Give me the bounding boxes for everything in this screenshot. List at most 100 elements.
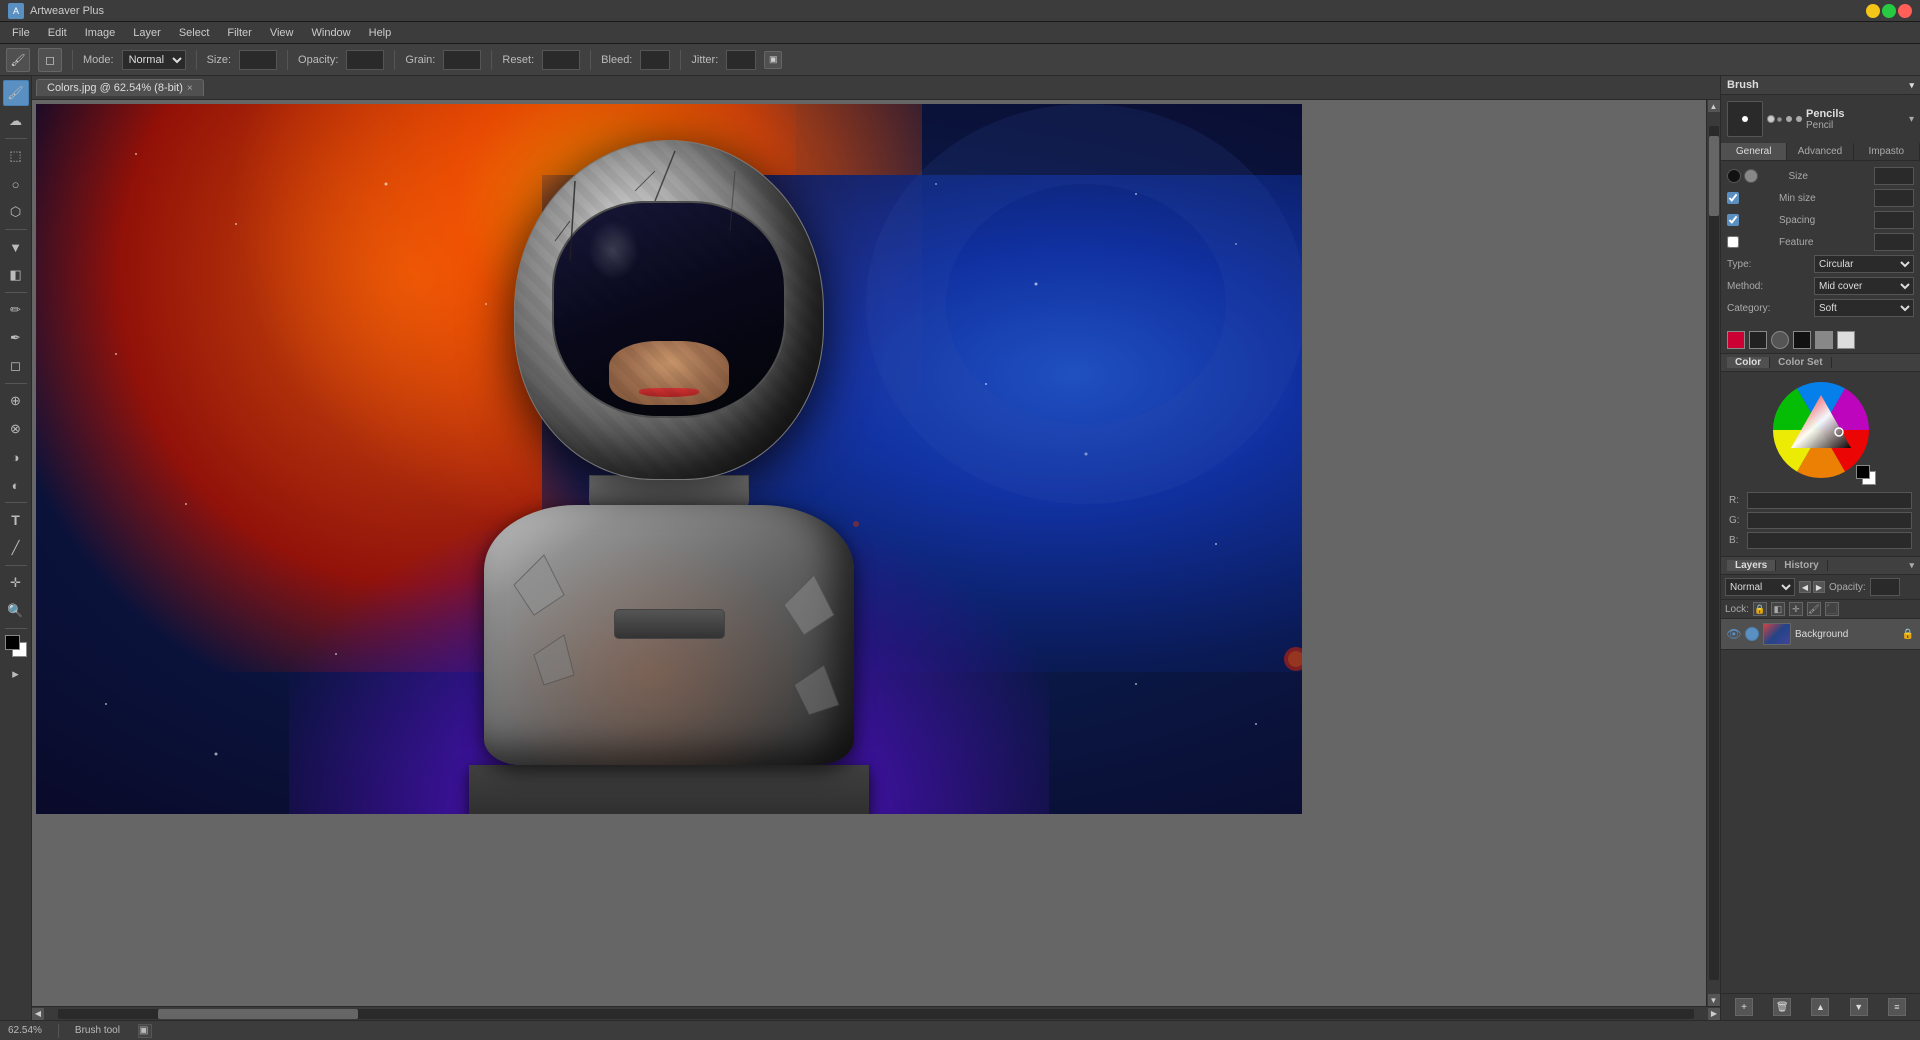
layer-lock-icon[interactable]: 🔒 <box>1902 629 1914 640</box>
brush-variant-1[interactable] <box>1767 115 1775 123</box>
lasso-tool[interactable]: ○ <box>3 171 29 197</box>
close-button[interactable] <box>1898 4 1912 18</box>
dodge-tool[interactable]: ◑ <box>3 444 29 470</box>
mode-select[interactable]: Normal Multiply Screen <box>122 50 186 70</box>
hscroll-track[interactable] <box>58 1009 1694 1019</box>
color-panel-header[interactable]: Color Color Set <box>1721 354 1920 372</box>
layers-panel-header[interactable]: Layers History ▾ <box>1721 557 1920 575</box>
color-tab-color[interactable]: Color <box>1727 357 1770 368</box>
grain-input[interactable]: 100 <box>443 50 481 70</box>
text-tool[interactable]: T <box>3 507 29 533</box>
brush-color-white[interactable] <box>1837 331 1855 349</box>
hscroll-right-btn[interactable]: ▶ <box>1708 1008 1720 1020</box>
maximize-button[interactable] <box>1882 4 1896 18</box>
eraser-pal-tool[interactable]: ◻ <box>3 353 29 379</box>
pen-tool[interactable]: ✒ <box>3 325 29 351</box>
menu-window[interactable]: Window <box>304 25 359 41</box>
add-layer-btn[interactable]: + <box>1735 998 1753 1016</box>
layers-mode-select[interactable]: Normal Multiply Screen <box>1725 578 1795 596</box>
brush-preview-swatch[interactable] <box>1727 101 1763 137</box>
size-input[interactable]: 2 <box>239 50 277 70</box>
minimize-button[interactable] <box>1866 4 1880 18</box>
brush-color-black[interactable] <box>1793 331 1811 349</box>
color-tab-set[interactable]: Color Set <box>1770 357 1831 368</box>
menu-image[interactable]: Image <box>77 25 124 41</box>
move-up-layer-btn[interactable]: ▲ <box>1811 998 1829 1016</box>
feature-checkbox[interactable] <box>1727 236 1739 248</box>
pencil-tool[interactable]: ✏ <box>3 297 29 323</box>
fg-color-swatch[interactable] <box>5 635 20 650</box>
minsize-value-input[interactable]: 50 <box>1874 189 1914 207</box>
brush-nav-dot2[interactable] <box>1796 116 1802 122</box>
layers-tab-history[interactable]: History <box>1776 560 1827 571</box>
hscroll-left-btn[interactable]: ◀ <box>32 1008 44 1020</box>
layers-opacity-input[interactable]: 100 <box>1870 578 1900 596</box>
magic-wand-tool[interactable]: ⬡ <box>3 199 29 225</box>
move-lock-btn[interactable]: ✛ <box>1789 602 1803 616</box>
jitter-input[interactable]: 0 <box>726 50 756 70</box>
layers-panel-toggle[interactable]: ▾ <box>1909 560 1914 571</box>
move-down-layer-btn[interactable]: ▼ <box>1850 998 1868 1016</box>
zoom-tool[interactable]: 🔍 <box>3 598 29 624</box>
toggle-btn[interactable]: ▣ <box>764 51 782 69</box>
layer-visibility-eye[interactable]: 👁 <box>1727 627 1741 641</box>
menu-filter[interactable]: Filter <box>219 25 259 41</box>
fill-tool[interactable]: ▼ <box>3 234 29 260</box>
brush-tab-impasto[interactable]: Impasto <box>1854 143 1920 160</box>
r-input[interactable]: 0 <box>1747 492 1912 509</box>
layers-nav-left[interactable]: ◀ <box>1799 581 1811 593</box>
move-tool[interactable]: ✛ <box>3 570 29 596</box>
color-wheel-wrapper[interactable] <box>1771 380 1871 480</box>
selection-tool[interactable]: ⬚ <box>3 143 29 169</box>
layer-options-btn[interactable]: ≡ <box>1888 998 1906 1016</box>
canvas-wrapper[interactable] <box>32 100 1706 1006</box>
minsize-checkbox[interactable] <box>1727 192 1739 204</box>
black-swatch[interactable] <box>1856 465 1870 479</box>
vertical-scrollbar[interactable]: ▲ ▼ <box>1706 100 1720 1006</box>
close-tab-btn[interactable]: × <box>187 83 193 94</box>
brush-nav-dot[interactable] <box>1786 116 1792 122</box>
vscroll-up-btn[interactable]: ▲ <box>1708 100 1720 112</box>
clone-tool[interactable]: ⊕ <box>3 388 29 414</box>
brush-tab-general[interactable]: General <box>1721 143 1787 160</box>
brush-panel-toggle[interactable]: ▾ <box>1909 80 1914 91</box>
more-tools[interactable]: ▸ <box>3 661 29 687</box>
burn-tool[interactable]: ◐ <box>3 472 29 498</box>
smudge-tool[interactable]: ☁ <box>3 108 29 134</box>
brush-color-dark[interactable] <box>1749 331 1767 349</box>
delete-layer-btn[interactable]: 🗑 <box>1773 998 1791 1016</box>
menu-select[interactable]: Select <box>171 25 218 41</box>
brush-tool-btn[interactable]: 🖌 <box>6 48 30 72</box>
brush-menu-btn[interactable]: ▾ <box>1909 114 1914 125</box>
category-select[interactable]: Soft Hard Grainy <box>1814 299 1914 317</box>
vscroll-thumb[interactable] <box>1709 136 1719 216</box>
feature-value-input[interactable]: 1 <box>1874 233 1914 251</box>
horizontal-scrollbar[interactable]: ◀ ▶ <box>32 1006 1720 1020</box>
type-select[interactable]: Circular Flat <box>1814 255 1914 273</box>
brush-variant-2[interactable] <box>1777 117 1782 122</box>
opacity-input[interactable]: 100 <box>346 50 384 70</box>
bleed-input[interactable]: 0 <box>640 50 670 70</box>
brush-color-gray[interactable] <box>1815 331 1833 349</box>
transparency-lock-btn[interactable]: ◧ <box>1771 602 1785 616</box>
reset-input[interactable]: 100 <box>542 50 580 70</box>
menu-layer[interactable]: Layer <box>125 25 169 41</box>
menu-file[interactable]: File <box>4 25 38 41</box>
menu-help[interactable]: Help <box>361 25 400 41</box>
vscroll-track[interactable] <box>1709 126 1719 980</box>
all-lock-btn[interactable]: ⬛ <box>1825 602 1839 616</box>
hscroll-thumb[interactable] <box>158 1009 358 1019</box>
lock-btn[interactable]: 🔒 <box>1753 602 1767 616</box>
healing-tool[interactable]: ⊗ <box>3 416 29 442</box>
method-select[interactable]: Mid cover Cover Buildup <box>1814 277 1914 295</box>
canvas-tab[interactable]: Colors.jpg @ 62.54% (8-bit) × <box>36 79 204 96</box>
vscroll-down-btn[interactable]: ▼ <box>1708 994 1720 1006</box>
menu-view[interactable]: View <box>262 25 302 41</box>
menu-edit[interactable]: Edit <box>40 25 75 41</box>
brush-color-mid[interactable] <box>1771 331 1789 349</box>
paint-tool[interactable]: 🖌 <box>3 80 29 106</box>
layers-nav-right[interactable]: ▶ <box>1813 581 1825 593</box>
paint-lock-btn[interactable]: 🖌 <box>1807 602 1821 616</box>
size-value-input[interactable]: 2 <box>1874 167 1914 185</box>
spacing-value-input[interactable]: 20 <box>1874 211 1914 229</box>
